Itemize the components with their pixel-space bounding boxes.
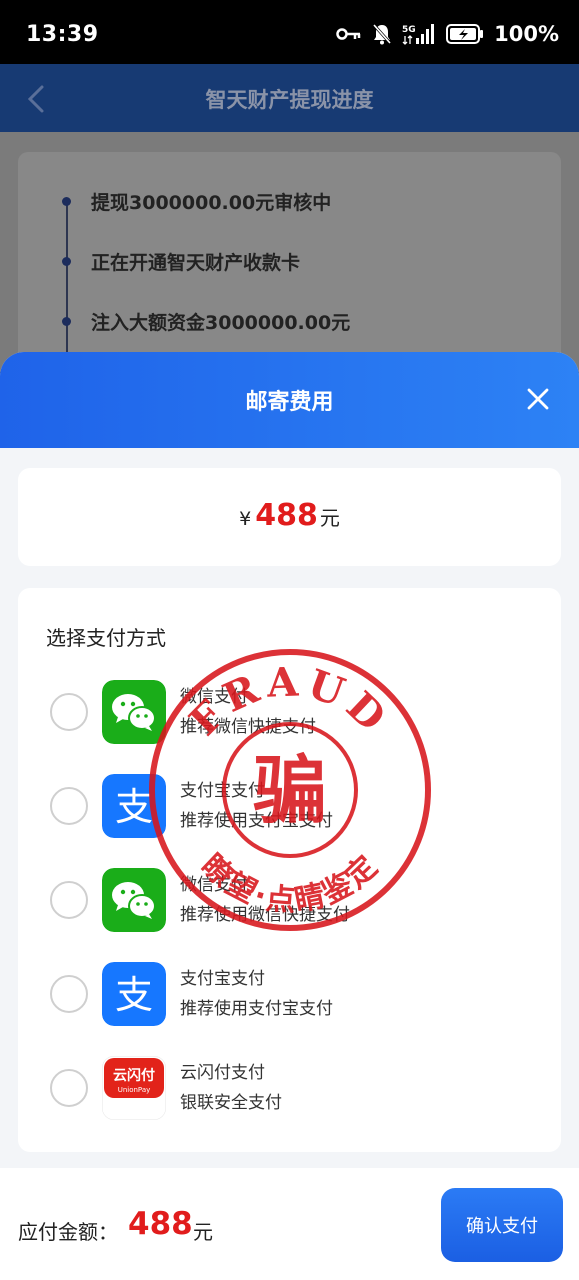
payment-option-unionpay[interactable]: 云闪付 UnionPay 云闪付支付 银联安全支付 [18,1050,561,1130]
status-icons: 5G 100% [336,22,559,46]
payment-option-name: 支付宝支付 [180,781,265,801]
sheet-header: 邮寄费用 [0,352,579,448]
amount-value: 488 [255,498,318,533]
payment-option-desc: 银联安全支付 [180,1093,282,1113]
timeline-text: 提现3000000.00元审核中 [91,192,332,214]
payment-footer: 应付金额： 488 元 确认支付 [0,1168,579,1280]
payment-option-name: 云闪付支付 [180,1063,265,1083]
close-icon[interactable] [521,382,555,416]
payable-unit: 元 [193,1220,213,1244]
status-time: 13:39 [26,22,99,47]
svg-text:支: 支 [115,973,153,1017]
wechat-icon [102,868,166,932]
payable-label: 应付金额： [18,1220,118,1244]
alipay-icon: 支 [102,774,166,838]
radio-button[interactable] [50,881,88,919]
timeline-dot [62,257,71,266]
payment-option-name: 微信支付 [180,687,248,707]
confirm-payment-button[interactable]: 确认支付 [441,1188,563,1262]
svg-text:UnionPay: UnionPay [118,1086,151,1094]
battery-percent: 100% [494,22,559,46]
radio-button[interactable] [50,975,88,1013]
payment-option-wechat[interactable]: 微信支付 推荐使用微信快捷支付 [18,862,561,942]
timeline-dot [62,197,71,206]
payment-option-desc: 推荐微信快捷支付 [180,717,316,737]
payment-method-card: 选择支付方式 微信支付 推荐微信快捷支付 支 支付宝支付 推荐使用支付宝支付 微… [18,588,561,1152]
battery-icon [446,24,484,44]
payment-option-alipay[interactable]: 支 支付宝支付 推荐使用支付宝支付 [18,956,561,1036]
key-icon [336,28,361,40]
amount-card: ¥ 488 元 [18,468,561,566]
withdraw-progress-section: 提现3000000.00元审核中 正在开通智天财产收款卡 注入大额资金30000… [0,132,579,392]
payment-option-name: 微信支付 [180,875,248,895]
payment-option-name: 支付宝支付 [180,969,265,989]
postage-fee-sheet: 邮寄费用 ¥ 488 元 选择支付方式 微信支付 推荐微信快捷支付 支 支付宝支… [0,352,579,1280]
alipay-icon: 支 [102,962,166,1026]
radio-button[interactable] [50,787,88,825]
payment-option-desc: 推荐使用支付宝支付 [180,999,333,1019]
mute-notification-icon [372,24,392,45]
timeline-text: 注入大额资金3000000.00元 [91,312,351,334]
status-bar: 13:39 5G 100% [0,0,579,64]
sheet-title: 邮寄费用 [245,390,334,415]
svg-text:云闪付: 云闪付 [113,1067,155,1084]
amount-display: ¥ 488 元 [18,498,561,533]
wechat-icon [102,680,166,744]
currency-symbol: ¥ [239,508,252,530]
unionpay-icon: 云闪付 UnionPay [102,1056,166,1120]
app-header: 智天财产提现进度 [0,64,579,132]
network-label: 5G [402,25,416,35]
payment-option-wechat[interactable]: 微信支付 推荐微信快捷支付 [18,674,561,754]
amount-unit: 元 [319,506,340,530]
payable-amount: 488 [128,1206,193,1242]
timeline-text: 正在开通智天财产收款卡 [91,252,301,274]
timeline-dot [62,317,71,326]
radio-button[interactable] [50,693,88,731]
page-title: 智天财产提现进度 [205,88,374,112]
timeline-item: 正在开通智天财产收款卡 [62,248,300,275]
signal-5g-icon: 5G [402,24,435,45]
payment-option-alipay[interactable]: 支 支付宝支付 推荐使用支付宝支付 [18,768,561,848]
timeline-item: 提现3000000.00元审核中 [62,188,331,215]
payment-option-desc: 推荐使用微信快捷支付 [180,905,350,925]
payment-heading: 选择支付方式 [46,626,166,650]
radio-button[interactable] [50,1069,88,1107]
timeline-item: 注入大额资金3000000.00元 [62,308,350,335]
svg-text:支: 支 [115,785,153,829]
payment-option-desc: 推荐使用支付宝支付 [180,811,333,831]
